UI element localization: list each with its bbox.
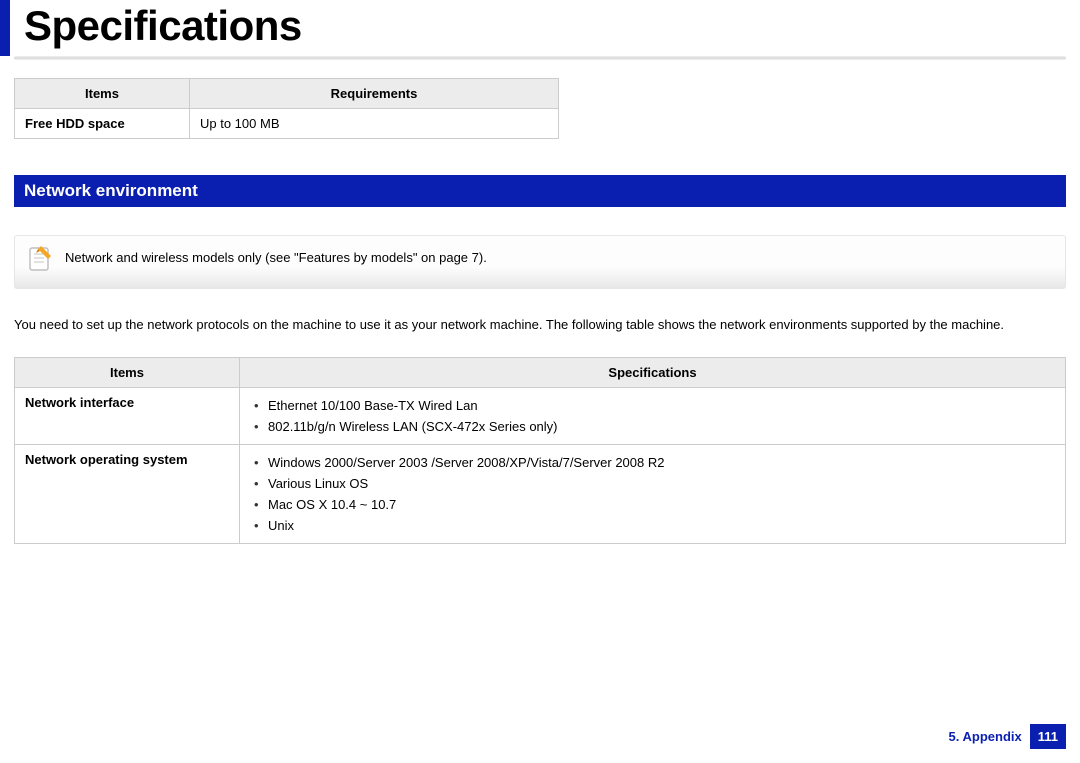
list-item: Various Linux OS bbox=[250, 473, 1055, 494]
table-row: Network operating system Windows 2000/Se… bbox=[15, 445, 1066, 544]
note-box: Network and wireless models only (see "F… bbox=[14, 235, 1066, 289]
list-item: Windows 2000/Server 2003 /Server 2008/XP… bbox=[250, 452, 1055, 473]
page-footer: 5. Appendix 111 bbox=[949, 724, 1066, 749]
row-label: Network operating system bbox=[15, 445, 240, 544]
row-label: Free HDD space bbox=[15, 109, 190, 139]
intro-paragraph: You need to set up the network protocols… bbox=[14, 315, 1066, 335]
footer-page-number: 111 bbox=[1030, 724, 1066, 749]
row-value: Up to 100 MB bbox=[190, 109, 559, 139]
section-header: Network environment bbox=[14, 175, 1066, 207]
list-item: Mac OS X 10.4 ~ 10.7 bbox=[250, 494, 1055, 515]
note-text: Network and wireless models only (see "F… bbox=[65, 244, 487, 265]
note-icon bbox=[27, 244, 53, 274]
row-label: Network interface bbox=[15, 388, 240, 445]
table-header: Requirements bbox=[190, 79, 559, 109]
title-divider bbox=[14, 56, 1066, 60]
table-header: Specifications bbox=[240, 358, 1066, 388]
requirements-table: Items Requirements Free HDD space Up to … bbox=[14, 78, 559, 139]
table-header: Items bbox=[15, 79, 190, 109]
list-item: 802.11b/g/n Wireless LAN (SCX-472x Serie… bbox=[250, 416, 1055, 437]
table-row: Network interface Ethernet 10/100 Base-T… bbox=[15, 388, 1066, 445]
row-value: Windows 2000/Server 2003 /Server 2008/XP… bbox=[240, 445, 1066, 544]
table-row: Free HDD space Up to 100 MB bbox=[15, 109, 559, 139]
list-item: Ethernet 10/100 Base-TX Wired Lan bbox=[250, 395, 1055, 416]
network-spec-table: Items Specifications Network interface E… bbox=[14, 357, 1066, 544]
row-value: Ethernet 10/100 Base-TX Wired Lan 802.11… bbox=[240, 388, 1066, 445]
footer-chapter: 5. Appendix bbox=[949, 729, 1022, 744]
page-title: Specifications bbox=[24, 0, 1080, 50]
table-header: Items bbox=[15, 358, 240, 388]
list-item: Unix bbox=[250, 515, 1055, 536]
